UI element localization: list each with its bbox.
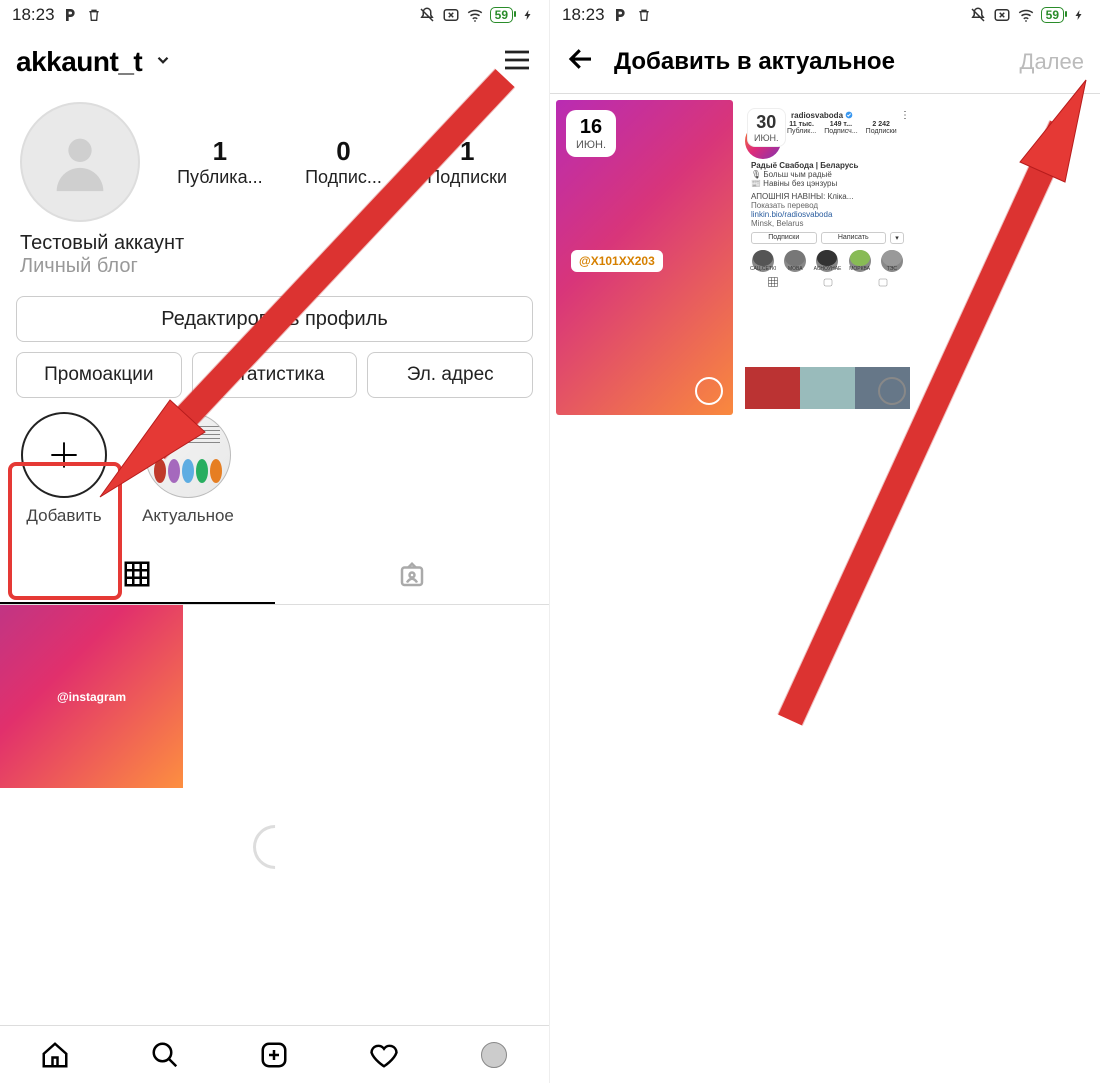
highlight-cover <box>145 412 231 498</box>
back-icon[interactable] <box>566 44 596 79</box>
trash-icon <box>635 6 653 24</box>
bottom-nav <box>0 1025 549 1083</box>
tab-grid[interactable] <box>0 546 275 604</box>
box-x-icon <box>993 6 1011 24</box>
mute-icon <box>969 6 987 24</box>
wifi-icon <box>466 6 484 24</box>
username[interactable]: akkaunt_t <box>16 46 142 78</box>
select-circle-icon[interactable] <box>878 377 906 405</box>
nav-profile-icon[interactable] <box>479 1040 509 1070</box>
tagged-icon <box>877 276 889 290</box>
trash-icon <box>85 6 103 24</box>
igtv-icon <box>822 276 834 290</box>
menu-icon[interactable] <box>501 44 533 81</box>
select-circle-icon[interactable] <box>695 377 723 405</box>
page-title: Добавить в актуальное <box>614 48 895 76</box>
story2-handle: radiosvaboda <box>791 111 843 120</box>
story-date: 16 ИЮН. <box>566 110 616 157</box>
story-archive-grid: 16 ИЮН. @X101XX203 30 ИЮН. radiosvaboda … <box>550 94 1100 421</box>
story-mention: @X101XX203 <box>571 250 663 272</box>
battery-indicator: 59 <box>490 7 513 23</box>
charging-icon <box>519 6 537 24</box>
post-thumbnail[interactable]: @instagram <box>0 605 183 788</box>
story2-name: Радыё Свабода | Беларусь <box>751 161 910 170</box>
plus-icon <box>21 412 107 498</box>
next-button[interactable]: Далее <box>1020 49 1084 75</box>
wifi-icon <box>1017 6 1035 24</box>
grid-icon <box>767 276 779 290</box>
bio-category: Личный блог <box>20 255 529 278</box>
stat-followers[interactable]: 0 Подпис... <box>282 136 406 188</box>
phone-right-add-highlight: 18:23 59 Добавить в актуальное Далее 16 … <box>550 0 1100 1083</box>
profile-stats-row: 1 Публика... 0 Подпис... 1 Подписки <box>0 94 549 222</box>
highlight-actual[interactable]: Актуальное <box>138 412 238 526</box>
story-item-1[interactable]: 16 ИЮН. @X101XX203 <box>556 100 733 415</box>
status-bar: 18:23 59 <box>0 0 549 30</box>
box-x-icon <box>442 6 460 24</box>
p-icon <box>61 6 79 24</box>
charging-icon <box>1070 6 1088 24</box>
stat-following[interactable]: 1 Подписки <box>405 136 529 188</box>
arrow-down-icon: ▾ <box>890 232 904 244</box>
add-highlight-header: Добавить в актуальное Далее <box>550 30 1100 94</box>
nav-create-icon[interactable] <box>259 1040 289 1070</box>
nav-search-icon[interactable] <box>150 1040 180 1070</box>
status-bar: 18:23 59 <box>550 0 1100 30</box>
mute-icon <box>418 6 436 24</box>
profile-buttons: Редактировать профиль Промоакции Статист… <box>0 278 549 398</box>
highlight-add[interactable]: Добавить <box>14 412 114 526</box>
feed: @instagram <box>0 605 549 1025</box>
loading-spinner <box>243 816 305 878</box>
story2-highlights: САЦ.СЕТКІ МОВА АСНОЎНАЕ МОРКВА ТЭС <box>749 250 906 272</box>
promo-button[interactable]: Промоакции <box>16 352 182 398</box>
battery-indicator: 59 <box>1041 7 1064 23</box>
highlights-row: Добавить Актуальное <box>0 398 549 526</box>
bio: Тестовый аккаунт Личный блог <box>0 222 549 278</box>
profile-header: akkaunt_t <box>0 30 549 94</box>
status-time: 18:23 <box>12 5 55 25</box>
avatar[interactable] <box>20 102 140 222</box>
nav-activity-icon[interactable] <box>369 1040 399 1070</box>
stat-posts[interactable]: 1 Публика... <box>158 136 282 188</box>
p-icon <box>611 6 629 24</box>
story-item-2[interactable]: 30 ИЮН. radiosvaboda ⋮ 11 тыс.Публик... … <box>739 100 916 415</box>
status-time: 18:23 <box>562 5 605 25</box>
stats-button[interactable]: Статистика <box>192 352 358 398</box>
bio-name: Тестовый аккаунт <box>20 232 529 255</box>
verified-icon <box>845 111 853 121</box>
email-button[interactable]: Эл. адрес <box>367 352 533 398</box>
dots-icon: ⋮ <box>900 110 910 121</box>
phone-left-profile: 18:23 59 akkaunt_t 1 Публика... <box>0 0 550 1083</box>
nav-home-icon[interactable] <box>40 1040 70 1070</box>
tab-tagged[interactable] <box>275 546 550 604</box>
chevron-down-icon[interactable] <box>154 51 172 74</box>
story-date: 30 ИЮН. <box>747 108 786 147</box>
edit-profile-button[interactable]: Редактировать профиль <box>16 296 533 342</box>
feed-tabs <box>0 546 549 605</box>
